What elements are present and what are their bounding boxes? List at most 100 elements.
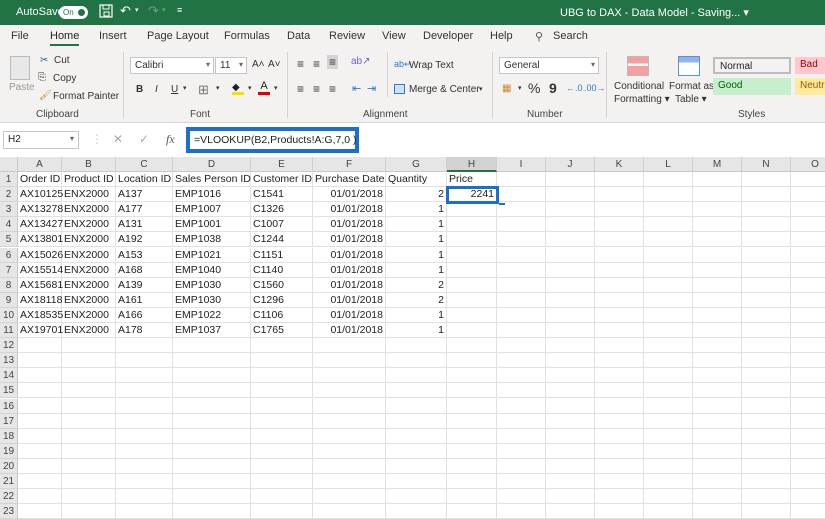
cell-d16[interactable]: [173, 398, 251, 414]
font-name-select[interactable]: Calibri ▾: [130, 57, 214, 74]
cell-l13[interactable]: [644, 353, 693, 369]
cell-g5[interactable]: 1: [386, 232, 447, 248]
cell-e12[interactable]: [251, 338, 313, 354]
cell-e19[interactable]: [251, 443, 313, 459]
cell-a19[interactable]: [18, 443, 62, 459]
cell-h3[interactable]: [447, 202, 497, 218]
cell-h19[interactable]: [447, 443, 497, 459]
select-all-button[interactable]: [0, 157, 18, 172]
percent-button[interactable]: %: [528, 80, 540, 96]
column-header-h[interactable]: H: [447, 157, 497, 172]
cell-o20[interactable]: [791, 459, 825, 474]
cell-m15[interactable]: [693, 383, 742, 399]
cell-g23[interactable]: [386, 504, 447, 519]
cell-o6[interactable]: [791, 248, 825, 263]
wrap-text-button[interactable]: Wrap Text: [409, 60, 454, 71]
cell-a3[interactable]: AX13278: [18, 202, 63, 218]
cell-l15[interactable]: [644, 383, 693, 399]
cell-a1[interactable]: Order ID: [18, 172, 62, 187]
cell-b15[interactable]: [62, 383, 116, 399]
cell-b6[interactable]: ENX2000: [62, 247, 116, 263]
cell-j17[interactable]: [546, 413, 595, 429]
cell-n19[interactable]: [742, 443, 791, 459]
cell-o3[interactable]: [791, 202, 825, 218]
cell-b17[interactable]: [62, 413, 116, 429]
row-header-9[interactable]: 9: [0, 292, 18, 308]
cell-d19[interactable]: [173, 443, 251, 459]
insert-function-icon[interactable]: fx: [166, 132, 175, 147]
paste-icon[interactable]: [10, 56, 30, 80]
cell-b16[interactable]: [62, 398, 116, 414]
cell-o21[interactable]: [791, 474, 825, 489]
cell-k17[interactable]: [595, 413, 644, 429]
cell-k19[interactable]: [595, 443, 644, 459]
font-color-dropdown-icon[interactable]: ▾: [274, 84, 278, 92]
cut-button[interactable]: Cut: [54, 55, 70, 66]
cell-l19[interactable]: [644, 443, 693, 459]
copy-button[interactable]: Copy: [53, 73, 76, 84]
cell-g10[interactable]: 1: [386, 307, 447, 323]
cell-n1[interactable]: [742, 172, 791, 187]
row-header-1[interactable]: 1: [0, 172, 18, 187]
enter-icon[interactable]: ✓: [139, 132, 149, 146]
tab-insert[interactable]: Insert: [99, 30, 127, 42]
cell-k10[interactable]: [595, 307, 644, 323]
cell-d11[interactable]: EMP1037: [173, 323, 251, 338]
cell-h14[interactable]: [447, 368, 497, 384]
cell-a22[interactable]: [18, 489, 62, 505]
cell-m10[interactable]: [693, 307, 742, 323]
formula-input[interactable]: =VLOOKUP(B2,Products!A:G,7,0 ): [186, 127, 359, 153]
document-title[interactable]: UBG to DAX - Data Model - Saving... ▾: [560, 6, 749, 19]
cell-c19[interactable]: [116, 443, 173, 459]
cell-l12[interactable]: [644, 338, 693, 354]
italic-button[interactable]: I: [155, 84, 158, 95]
cell-l21[interactable]: [644, 474, 693, 489]
cell-j1[interactable]: [546, 172, 595, 187]
cell-k23[interactable]: [595, 504, 644, 519]
cell-l5[interactable]: [644, 232, 693, 248]
cell-l11[interactable]: [644, 323, 693, 338]
cell-k9[interactable]: [595, 292, 644, 308]
search-icon[interactable]: ⚲: [535, 30, 543, 43]
cell-j15[interactable]: [546, 383, 595, 399]
cell-h12[interactable]: [447, 338, 497, 354]
tab-review[interactable]: Review: [329, 30, 365, 42]
cell-j9[interactable]: [546, 292, 595, 308]
cell-d21[interactable]: [173, 474, 251, 489]
cell-k16[interactable]: [595, 398, 644, 414]
cell-e10[interactable]: C1106: [251, 307, 313, 323]
cell-l20[interactable]: [644, 458, 693, 474]
cell-h6[interactable]: [447, 247, 497, 263]
row-header-15[interactable]: 15: [0, 383, 18, 399]
cell-m6[interactable]: [693, 247, 742, 263]
cell-e1[interactable]: Customer ID: [251, 172, 313, 187]
cell-j19[interactable]: [546, 443, 595, 459]
cell-b11[interactable]: ENX2000: [62, 323, 116, 338]
cell-j10[interactable]: [546, 307, 595, 323]
cell-h22[interactable]: [447, 489, 497, 505]
cell-f2[interactable]: 01/01/2018: [313, 187, 386, 203]
bottom-align-icon[interactable]: ≡: [327, 55, 339, 69]
cell-e3[interactable]: C1326: [251, 202, 313, 218]
column-header-f[interactable]: F: [313, 157, 386, 172]
cell-h15[interactable]: [447, 383, 497, 399]
font-color-icon[interactable]: A: [258, 80, 270, 95]
cell-a4[interactable]: AX13427: [18, 217, 63, 233]
column-header-j[interactable]: J: [546, 157, 595, 172]
column-header-b[interactable]: B: [62, 157, 116, 172]
cell-f13[interactable]: [313, 353, 386, 369]
customize-qat-icon[interactable]: ≡: [177, 5, 182, 15]
cell-o8[interactable]: [791, 278, 825, 293]
name-box[interactable]: H2 ▾: [3, 131, 79, 149]
cell-g12[interactable]: [386, 338, 447, 354]
cell-g20[interactable]: [386, 458, 447, 474]
cell-c13[interactable]: [116, 353, 173, 369]
format-as-table-button[interactable]: Format as: [669, 81, 714, 92]
cell-b23[interactable]: [62, 504, 116, 519]
cell-c6[interactable]: A153: [116, 247, 173, 263]
cell-d1[interactable]: Sales Person ID: [173, 172, 251, 187]
cell-m3[interactable]: [693, 202, 742, 218]
cell-a10[interactable]: AX18535: [18, 307, 63, 323]
column-header-i[interactable]: I: [497, 157, 546, 172]
row-header-23[interactable]: 23: [0, 504, 18, 519]
